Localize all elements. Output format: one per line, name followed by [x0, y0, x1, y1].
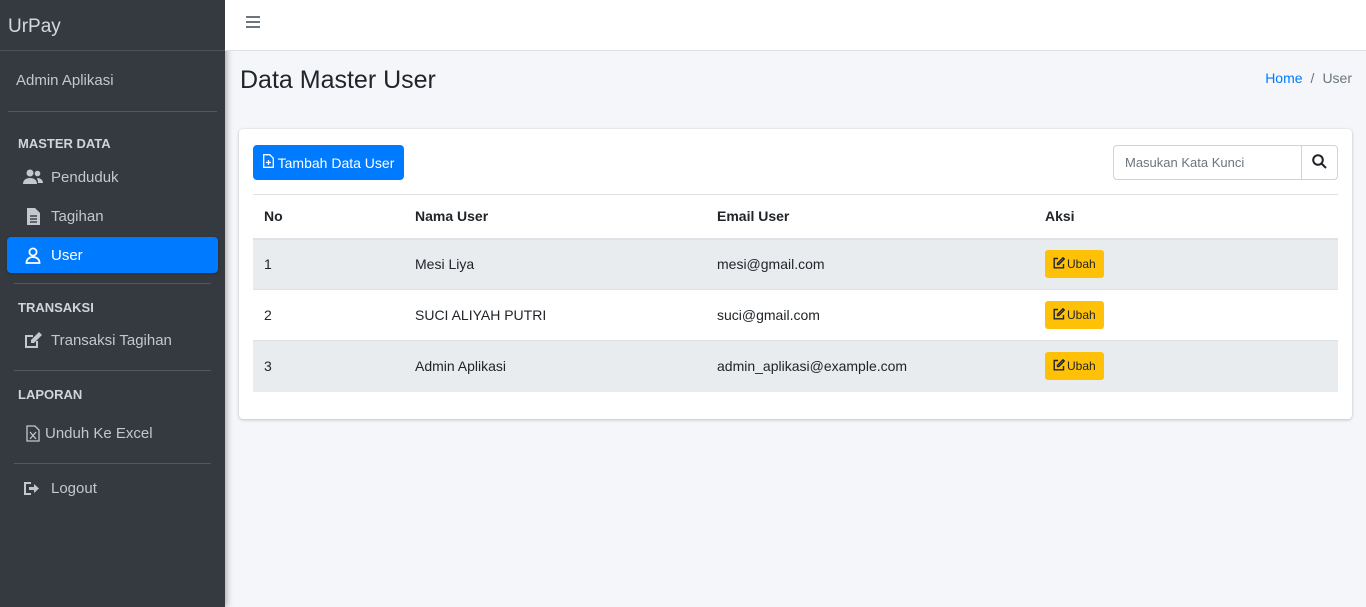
table-row: 3 Admin Aplikasi admin_aplikasi@example.… [253, 340, 1338, 392]
table-row: 1 Mesi Liya mesi@gmail.com Ubah [253, 238, 1338, 290]
top-navbar [225, 0, 1366, 51]
cell-no: 3 [253, 340, 404, 392]
add-user-button[interactable]: Tambah Data User [253, 145, 404, 180]
brand-logo[interactable]: UrPay [0, 0, 225, 51]
edit-button-label: Ubah [1067, 308, 1096, 322]
nav-header-transaksi: TRANSAKSI [18, 300, 94, 315]
column-header-email-user: Email User [706, 194, 1034, 240]
sidebar-item-tagihan[interactable]: Tagihan [7, 198, 218, 234]
edit-button-label: Ubah [1067, 359, 1096, 374]
user-panel-name[interactable]: Admin Aplikasi [8, 51, 217, 112]
edit-icon [1053, 307, 1066, 323]
column-header-aksi: Aksi [1034, 194, 1338, 240]
hamburger-icon[interactable] [246, 16, 260, 30]
table-row: 2 SUCI ALIYAH PUTRI suci@gmail.com Ubah [253, 289, 1338, 341]
nav-header-master-data: MASTER DATA [18, 136, 111, 151]
page-title: Data Master User [240, 66, 436, 94]
sidebar-item-label: Penduduk [51, 168, 119, 186]
sidebar-item-penduduk[interactable]: Penduduk [7, 159, 218, 195]
search-icon [1312, 153, 1327, 172]
user-table: No Nama User Email User Aksi 1 Mesi Liya… [253, 194, 1338, 392]
search-group [1113, 145, 1338, 180]
file-excel-icon [23, 423, 43, 443]
table-header-row: No Nama User Email User Aksi [253, 194, 1338, 240]
sidebar-item-label: Unduh Ke Excel [45, 424, 153, 442]
cell-email: mesi@gmail.com [706, 238, 1034, 290]
sidebar: UrPay Admin Aplikasi MASTER DATA Pendudu… [0, 0, 225, 607]
sidebar-item-label: Logout [51, 479, 97, 497]
edit-button[interactable]: Ubah [1045, 352, 1104, 381]
edit-button[interactable]: Ubah [1045, 301, 1104, 329]
cell-name: SUCI ALIYAH PUTRI [404, 289, 706, 341]
column-header-no: No [253, 194, 404, 240]
sidebar-item-label: Tagihan [51, 207, 104, 225]
cell-name: Mesi Liya [404, 238, 706, 290]
sidebar-item-logout[interactable]: Logout [7, 470, 218, 506]
edit-icon [1053, 256, 1066, 272]
edit-icon [23, 330, 43, 350]
sidebar-item-transaksi-tagihan[interactable]: Transaksi Tagihan [7, 322, 218, 358]
cell-no: 1 [253, 238, 404, 290]
file-plus-icon [262, 154, 274, 171]
sign-out-icon [23, 478, 43, 498]
user-icon [23, 245, 43, 265]
add-user-label: Tambah Data User [277, 154, 395, 171]
column-header-nama-user: Nama User [404, 194, 706, 240]
cell-no: 2 [253, 289, 404, 341]
cell-email: admin_aplikasi@example.com [706, 340, 1034, 392]
cell-email: suci@gmail.com [706, 289, 1034, 341]
cell-action: Ubah [1034, 340, 1338, 392]
file-text-icon [23, 206, 43, 226]
edit-button[interactable]: Ubah [1045, 250, 1104, 279]
breadcrumb-separator: / [1310, 70, 1315, 86]
sidebar-item-label: User [51, 246, 83, 264]
search-button[interactable] [1301, 145, 1338, 180]
sidebar-item-unduh-ke-excel[interactable]: Unduh Ke Excel [7, 415, 218, 451]
breadcrumb-home-link[interactable]: Home [1265, 70, 1302, 86]
breadcrumb-current: User [1322, 70, 1352, 86]
search-input[interactable] [1113, 145, 1301, 180]
cell-action: Ubah [1034, 289, 1338, 341]
nav-header-laporan: LAPORAN [18, 387, 83, 402]
edit-icon [1053, 358, 1066, 374]
users-icon [23, 167, 43, 187]
edit-button-label: Ubah [1067, 257, 1096, 272]
breadcrumb: Home / User [1265, 70, 1352, 86]
sidebar-item-label: Transaksi Tagihan [51, 331, 172, 349]
cell-name: Admin Aplikasi [404, 340, 706, 392]
cell-action: Ubah [1034, 238, 1338, 290]
sidebar-item-user[interactable]: User [7, 237, 218, 273]
user-table-card: Tambah Data User No Nama User Email User… [239, 129, 1352, 419]
